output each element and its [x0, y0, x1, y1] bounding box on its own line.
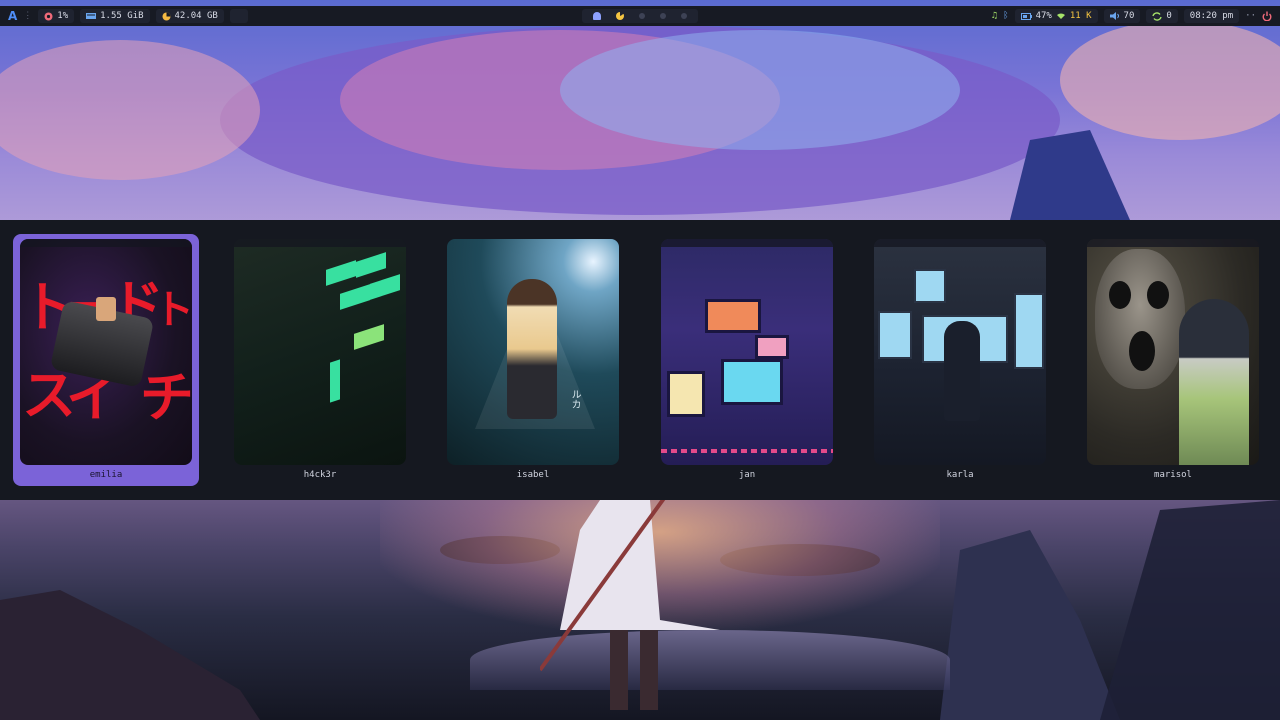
wallpaper-label: h4ck3r [303, 470, 337, 480]
memory-usage-value: 1.55 GiB [100, 11, 144, 21]
wallpaper-thumbnail: ルカ [447, 239, 619, 465]
thumbnail-character [1179, 299, 1249, 465]
clock-time: 08:20 pm [1189, 11, 1234, 21]
thumbnail-tile [356, 252, 386, 278]
updates-count: 0 [1166, 11, 1172, 21]
battery-value: 47% [1035, 11, 1052, 21]
workspace-dot-icon[interactable] [680, 13, 687, 19]
distro-logo-icon[interactable]: A [8, 9, 17, 23]
workspace-pacman-icon[interactable] [616, 12, 625, 20]
volume-module[interactable]: 70 [1103, 9, 1141, 23]
wallpaper-card-jan[interactable]: jan [654, 234, 840, 486]
thumbnail-tile [330, 359, 340, 403]
thumbnail-kana: ルカ [569, 389, 580, 409]
clock-module[interactable]: 08:20 pm [1183, 9, 1240, 23]
battery-wifi-module[interactable]: 47% 11 K [1014, 9, 1098, 23]
thumbnail-tile [370, 274, 400, 300]
thumbnail-stripe [661, 449, 833, 453]
wallpaper-figure [540, 490, 720, 710]
thumbnail-screen [914, 269, 946, 303]
updates-module[interactable]: 0 [1146, 9, 1178, 23]
status-bar-left: A ⋮ 1% 1.55 GiB 42.04 GB [8, 9, 248, 23]
menu-dots-icon[interactable]: ·· [1245, 11, 1256, 21]
thumbnail-bar [874, 239, 1046, 247]
wallpaper-thumbnail [1087, 239, 1259, 465]
thumbnail-bar [1087, 239, 1259, 247]
music-icon[interactable]: ♫ [992, 11, 997, 21]
cpu-icon [44, 12, 53, 20]
wallpaper-thumbnail: ト ー ド ト ス イ チ [20, 239, 192, 465]
wallpaper-picker: ト ー ド ト ス イ チ emilia h4ck3r ルカ [0, 220, 1280, 500]
thumbnail-eye [1109, 281, 1131, 309]
wallpaper-card-isabel[interactable]: ルカ isabel [440, 234, 626, 486]
wallpaper-card-marisol[interactable]: marisol [1080, 234, 1266, 486]
thumbnail-monitor [755, 335, 789, 359]
wallpaper-card-h4ck3r[interactable]: h4ck3r [227, 234, 413, 486]
workspace-dot-icon[interactable] [659, 13, 666, 19]
thumbnail-kana: ト [154, 287, 192, 333]
disk-usage-value: 42.04 GB [174, 11, 218, 21]
workspace-ghost-icon[interactable] [593, 12, 602, 20]
wallpaper-thumbnail [661, 239, 833, 465]
thumbnail-monitor [705, 299, 761, 333]
thumbnail-bar [20, 239, 192, 247]
cpu-module[interactable]: 1% [38, 9, 75, 23]
wallpaper-label: jan [738, 470, 756, 480]
wallpaper-label: karla [946, 470, 974, 480]
battery-icon [1020, 12, 1032, 20]
cpu-usage-value: 1% [57, 11, 69, 21]
workspace-dot-icon[interactable] [638, 13, 645, 19]
empty-module [229, 9, 248, 23]
thumbnail-tile [340, 284, 370, 310]
memory-icon [86, 13, 97, 19]
thumbnail-monitor [721, 359, 783, 405]
volume-icon [1109, 12, 1119, 20]
top-status-bar: A ⋮ 1% 1.55 GiB 42.04 GB ♫ ᛒ 47% 11 K 70… [0, 6, 1280, 26]
wallpaper-thumbnail [234, 239, 406, 465]
thumbnail-mouth [1129, 331, 1155, 371]
thumbnail-character [944, 321, 980, 421]
thumbnail-screen [878, 311, 912, 359]
wallpaper-card-emilia[interactable]: ト ー ド ト ス イ チ emilia [13, 234, 199, 486]
thumbnail-bar [234, 239, 406, 247]
thumbnail-bar [661, 239, 833, 247]
volume-value: 70 [1123, 11, 1135, 21]
bluetooth-icon[interactable]: ᛒ [1003, 11, 1008, 21]
thumbnail-screen [1014, 293, 1044, 369]
disk-module[interactable]: 42.04 GB [155, 9, 224, 23]
wallpaper-thumbnail [874, 239, 1046, 465]
thumbnail-tile [354, 324, 384, 350]
updates-icon [1152, 11, 1163, 21]
thumbnail-eye [1147, 281, 1169, 309]
power-icon[interactable] [1262, 11, 1272, 21]
switch-stem [96, 297, 116, 321]
thumbnail-kana: チ [140, 366, 192, 429]
wifi-icon [1056, 13, 1065, 19]
workspace-indicator [582, 9, 698, 23]
wallpaper-label: marisol [1154, 470, 1192, 480]
network-speed-value: 11 K [1069, 11, 1092, 21]
status-bar-right: ♫ ᛒ 47% 11 K 70 0 08:20 pm ·· [992, 9, 1272, 23]
disk-icon [162, 12, 170, 20]
thumbnail-monitor [667, 371, 705, 417]
wallpaper-label: emilia [89, 470, 123, 480]
thumbnail-tile [326, 260, 356, 286]
separator-icon: ⋮ [23, 11, 33, 21]
wallpaper-label: isabel [516, 470, 550, 480]
wallpaper-card-karla[interactable]: karla [867, 234, 1053, 486]
thumbnail-character [507, 279, 557, 419]
memory-module[interactable]: 1.55 GiB [80, 9, 150, 23]
